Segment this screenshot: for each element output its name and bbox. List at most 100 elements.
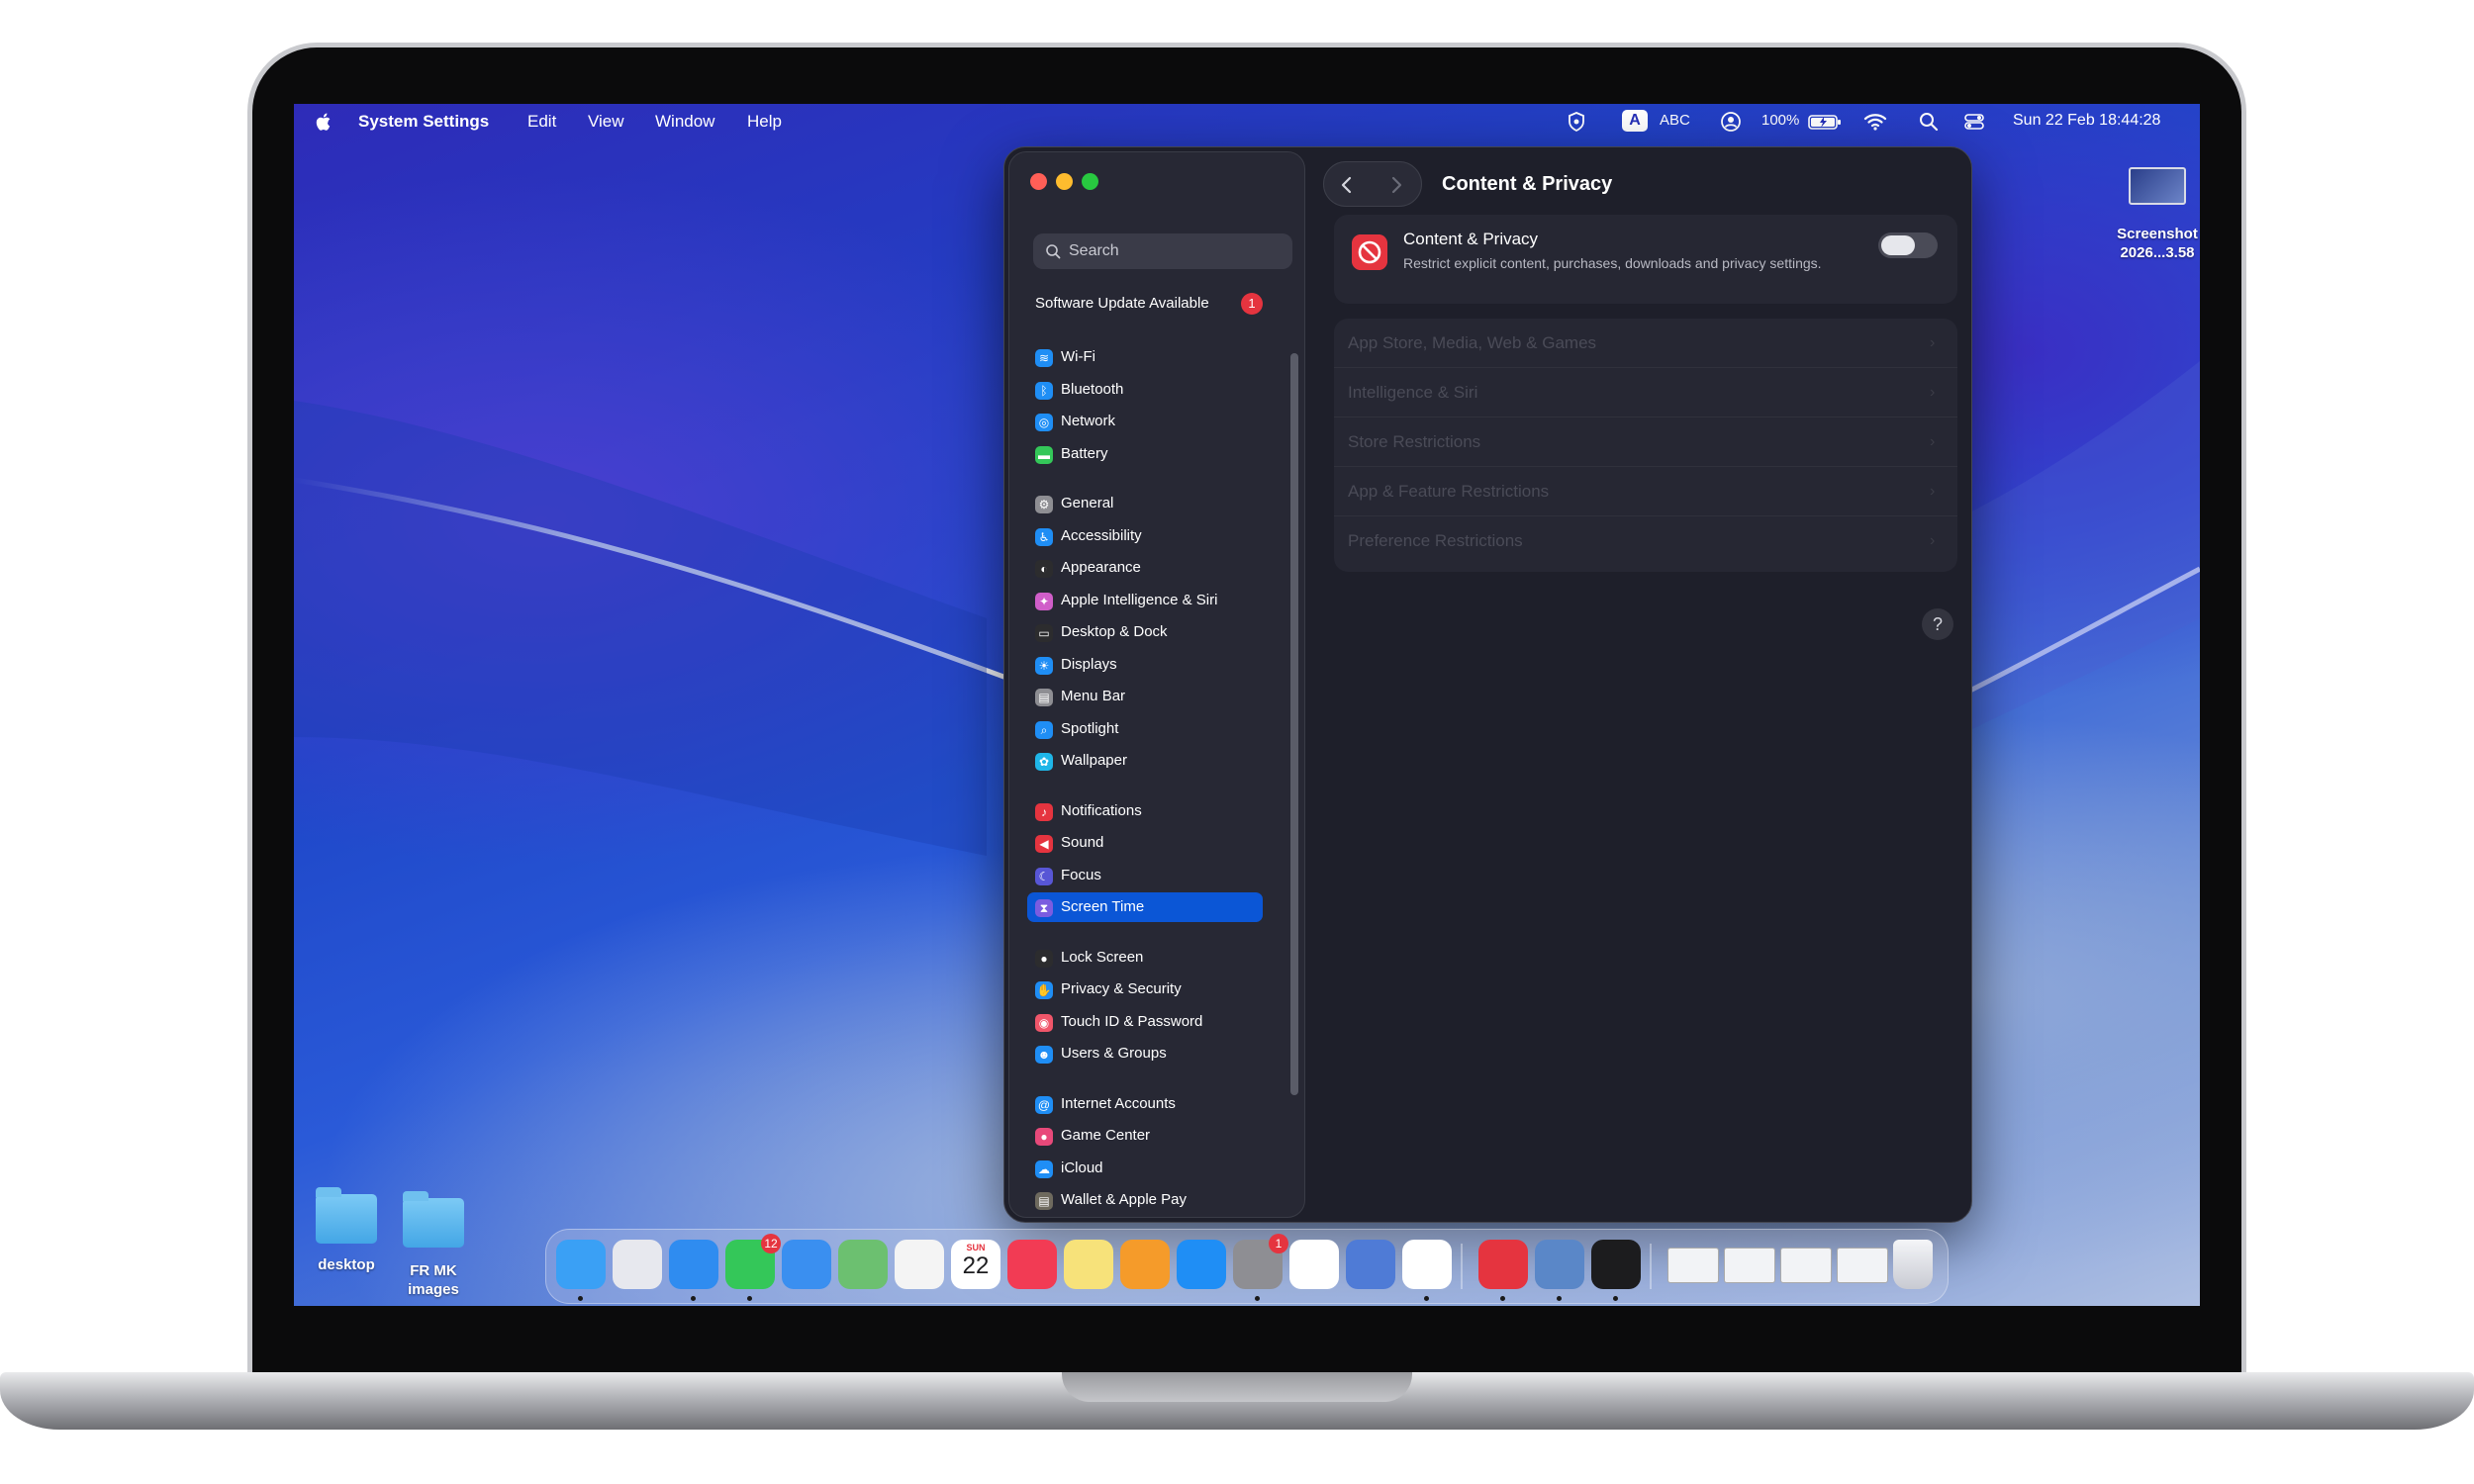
close-window-button[interactable] xyxy=(1030,173,1047,190)
sidebar-item-users-groups[interactable]: ☻ Users & Groups xyxy=(1027,1039,1263,1068)
calendar-icon[interactable]: SUN 22 xyxy=(951,1240,1000,1289)
minimized-window-thumbnail[interactable] xyxy=(1837,1248,1888,1283)
battery-percent[interactable]: 100% xyxy=(1761,112,1799,129)
sidebar-item-spotlight[interactable]: ⌕ Spotlight xyxy=(1027,714,1263,744)
running-indicator xyxy=(578,1296,583,1301)
sidebar-item-displays[interactable]: ☀ Displays xyxy=(1027,650,1263,680)
music-icon[interactable] xyxy=(1007,1240,1057,1289)
maps-icon[interactable] xyxy=(838,1240,888,1289)
sidebar-item-internet-accounts[interactable]: @ Internet Accounts xyxy=(1027,1089,1263,1119)
desktop-folder-icon[interactable] xyxy=(316,1187,377,1244)
control-center-icon[interactable] xyxy=(1962,110,1986,134)
sidebar-item-appearance[interactable]: ◐ Appearance xyxy=(1027,553,1263,583)
sidebar-item-privacy-security[interactable]: ✋ Privacy & Security xyxy=(1027,974,1263,1004)
sidebar-item-wallet-apple-pay[interactable]: ▤ Wallet & Apple Pay xyxy=(1027,1185,1263,1215)
sidebar-item-apple-intelligence-siri[interactable]: ✦ Apple Intelligence & Siri xyxy=(1027,586,1263,615)
appstore-icon[interactable] xyxy=(1177,1240,1226,1289)
sidebar-item-label: Wi-Fi xyxy=(1061,348,1095,365)
menu-clock[interactable]: Sun 22 Feb 18:44:28 xyxy=(2013,112,2160,130)
user-icon[interactable] xyxy=(1719,110,1743,134)
running-indicator xyxy=(1255,1296,1260,1301)
sidebar-item-screen-time[interactable]: ⧗ Screen Time xyxy=(1027,892,1263,922)
hand-icon: ✋ xyxy=(1035,981,1053,999)
sidebar-item-label: Sound xyxy=(1061,834,1104,851)
sidebar-item-bluetooth[interactable]: ᛒ Bluetooth xyxy=(1027,375,1263,405)
sidebar-item-network[interactable]: ◎ Network xyxy=(1027,407,1263,436)
sidebar-item-desktop-dock[interactable]: ▭ Desktop & Dock xyxy=(1027,617,1263,647)
dock-separator xyxy=(1461,1244,1463,1289)
photos-icon[interactable] xyxy=(895,1240,944,1289)
sidebar-item-menu-bar[interactable]: ▤ Menu Bar xyxy=(1027,682,1263,711)
sidebar-item-label: Appearance xyxy=(1061,559,1141,576)
search-placeholder: Search xyxy=(1069,242,1119,259)
sidebar-item-label: Privacy & Security xyxy=(1061,980,1182,997)
sidebar-item-sound[interactable]: ◀ Sound xyxy=(1027,828,1263,858)
sidebar-scrollbar-thumb[interactable] xyxy=(1290,353,1298,1095)
sidebar-item-touch-id-password[interactable]: ◉ Touch ID & Password xyxy=(1027,1007,1263,1037)
desktop-folder-label[interactable]: desktop xyxy=(302,1255,391,1274)
sidebar-item-general[interactable]: ⚙ General xyxy=(1027,489,1263,518)
fr-mk-images-folder-icon[interactable] xyxy=(403,1191,464,1248)
sidebar-item-notifications[interactable]: ♪ Notifications xyxy=(1027,796,1263,826)
menu-window[interactable]: Window xyxy=(655,112,714,132)
vpn-icon[interactable] xyxy=(1478,1240,1528,1289)
menu-view[interactable]: View xyxy=(588,112,624,132)
battery-icon[interactable] xyxy=(1808,110,1842,134)
opera-icon[interactable] xyxy=(1289,1240,1339,1289)
sidebar-item-battery[interactable]: ▬ Battery xyxy=(1027,439,1263,469)
shield-icon[interactable] xyxy=(1565,110,1588,134)
menu-edit[interactable]: Edit xyxy=(527,112,556,132)
chevron-right-icon: › xyxy=(1930,384,1936,401)
screenshot-file-icon[interactable] xyxy=(2129,167,2186,205)
finder-icon[interactable] xyxy=(556,1240,606,1289)
chrome-icon[interactable] xyxy=(1402,1240,1452,1289)
forward-chevron-icon[interactable] xyxy=(1383,172,1409,198)
trash-icon[interactable] xyxy=(1893,1240,1933,1289)
magnifier-icon: ⌕ xyxy=(1035,720,1053,739)
safari-icon[interactable] xyxy=(669,1240,718,1289)
software-update-badge: 1 xyxy=(1241,293,1263,315)
pages-icon[interactable] xyxy=(1120,1240,1170,1289)
sidebar-item-label: Notifications xyxy=(1061,801,1142,819)
menu-bar: System Settings Edit View Window Help A … xyxy=(294,104,2200,139)
sidebar-item-lock-screen[interactable]: ● Lock Screen xyxy=(1027,943,1263,973)
activity-monitor-icon[interactable] xyxy=(1591,1240,1641,1289)
content-privacy-toggle[interactable] xyxy=(1878,232,1938,258)
sidebar-item-label: Game Center xyxy=(1061,1127,1151,1144)
back-chevron-icon[interactable] xyxy=(1334,172,1360,198)
accessibility-icon: ♿ xyxy=(1035,527,1053,546)
notes-icon[interactable] xyxy=(1064,1240,1113,1289)
running-indicator xyxy=(747,1296,752,1301)
help-button[interactable]: ? xyxy=(1922,608,1953,640)
sidebar-item-focus[interactable]: ☾ Focus xyxy=(1027,861,1263,890)
input-source-label[interactable]: ABC xyxy=(1660,112,1690,129)
sidebar-item-wallpaper[interactable]: ✿ Wallpaper xyxy=(1027,746,1263,776)
sidebar-item-game-center[interactable]: ● Game Center xyxy=(1027,1121,1263,1151)
launchpad-icon[interactable] xyxy=(613,1240,662,1289)
mail-icon[interactable] xyxy=(782,1240,831,1289)
screenshot-file-label[interactable]: Screenshot 2026...3.58 xyxy=(2095,225,2200,262)
disk-utility-icon[interactable] xyxy=(1535,1240,1584,1289)
input-source-letter[interactable]: A xyxy=(1622,110,1648,132)
search-input[interactable]: Search xyxy=(1033,233,1292,269)
restriction-row: Store Restrictions › xyxy=(1334,417,1957,467)
wifi-icon[interactable] xyxy=(1863,110,1887,134)
menu-app-name[interactable]: System Settings xyxy=(358,112,489,132)
navigation-buttons xyxy=(1323,161,1422,207)
sidebar-item-icloud[interactable]: ☁ iCloud xyxy=(1027,1154,1263,1183)
remote-icon[interactable] xyxy=(1346,1240,1395,1289)
fr-mk-images-folder-label[interactable]: FR MK images xyxy=(389,1261,478,1299)
minimized-window-thumbnail[interactable] xyxy=(1667,1248,1719,1283)
minimized-window-thumbnail[interactable] xyxy=(1724,1248,1775,1283)
minimize-window-button[interactable] xyxy=(1056,173,1073,190)
sidebar-item-accessibility[interactable]: ♿ Accessibility xyxy=(1027,521,1263,551)
menu-help[interactable]: Help xyxy=(747,112,782,132)
apple-logo-icon[interactable] xyxy=(314,111,333,133)
spotlight-search-icon[interactable] xyxy=(1917,110,1941,134)
system-settings-window: Search Software Update Available 1 ≋ Wi-F… xyxy=(1003,146,1972,1223)
sidebar-item-wi-fi[interactable]: ≋ Wi-Fi xyxy=(1027,342,1263,372)
minimized-window-thumbnail[interactable] xyxy=(1780,1248,1832,1283)
software-update-link[interactable]: Software Update Available xyxy=(1035,295,1209,312)
screen: System Settings Edit View Window Help A … xyxy=(294,104,2200,1306)
zoom-window-button[interactable] xyxy=(1082,173,1098,190)
